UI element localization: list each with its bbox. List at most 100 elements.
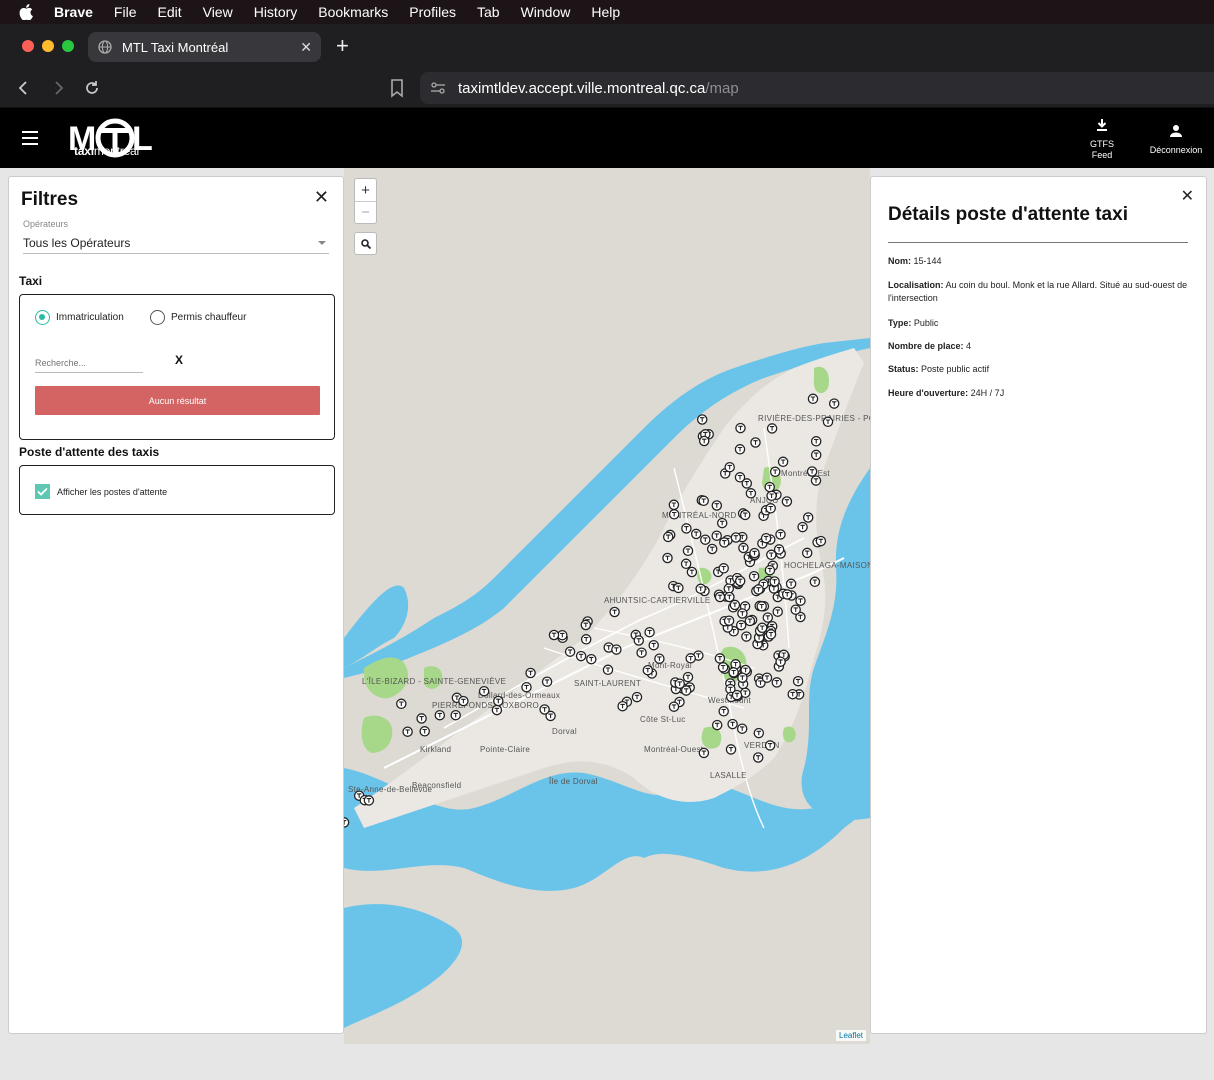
radio-permis-chauffeur[interactable]: Permis chauffeur bbox=[150, 310, 246, 325]
site-settings-icon[interactable] bbox=[430, 80, 446, 96]
taxi-stand-marker-icon[interactable] bbox=[719, 537, 730, 548]
taxi-stand-marker-icon[interactable] bbox=[765, 503, 776, 514]
taxi-stand-marker-icon[interactable] bbox=[738, 542, 749, 554]
taxi-stand-marker-icon[interactable] bbox=[724, 461, 735, 473]
back-icon[interactable] bbox=[12, 76, 36, 100]
taxi-stand-marker-icon[interactable] bbox=[711, 530, 722, 541]
taxi-stand-marker-icon[interactable] bbox=[771, 677, 783, 688]
taxi-stand-marker-icon[interactable] bbox=[797, 521, 808, 533]
taxi-stand-marker-icon[interactable] bbox=[580, 619, 592, 631]
menu-tab[interactable]: Tab bbox=[477, 4, 500, 20]
taxi-stand-marker-icon[interactable] bbox=[735, 619, 747, 631]
taxi-stand-marker-icon[interactable] bbox=[685, 653, 696, 664]
taxi-stand-marker-icon[interactable] bbox=[795, 595, 806, 606]
menu-history[interactable]: History bbox=[254, 4, 298, 20]
zoom-window-button[interactable] bbox=[62, 40, 74, 52]
taxi-stand-marker-icon[interactable] bbox=[682, 545, 694, 557]
zoom-out-button[interactable]: − bbox=[355, 201, 376, 223]
taxi-stand-marker-icon[interactable] bbox=[402, 726, 413, 737]
taxi-stand-marker-icon[interactable] bbox=[762, 612, 774, 623]
taxi-stand-marker-icon[interactable] bbox=[775, 529, 786, 540]
taxi-stand-marker-icon[interactable] bbox=[668, 701, 680, 712]
taxi-stand-marker-icon[interactable] bbox=[766, 490, 777, 502]
taxi-stand-marker-icon[interactable] bbox=[764, 481, 775, 493]
taxi-stand-marker-icon[interactable] bbox=[775, 656, 786, 667]
taxi-stand-marker-icon[interactable] bbox=[772, 606, 783, 617]
taxi-stand-marker-icon[interactable] bbox=[785, 578, 797, 590]
taxi-stand-marker-icon[interactable] bbox=[363, 795, 375, 806]
taxi-stand-marker-icon[interactable] bbox=[541, 676, 553, 687]
taxi-stand-marker-icon[interactable] bbox=[682, 671, 694, 683]
apple-icon[interactable] bbox=[18, 4, 34, 20]
taxi-stand-marker-icon[interactable] bbox=[668, 509, 680, 520]
taxi-stand-marker-icon[interactable] bbox=[810, 475, 822, 486]
taxi-stand-marker-icon[interactable] bbox=[686, 566, 698, 578]
taxi-stand-marker-icon[interactable] bbox=[711, 500, 723, 511]
taxi-stand-marker-icon[interactable] bbox=[761, 672, 773, 683]
taxi-stand-marker-icon[interactable] bbox=[753, 727, 765, 739]
show-stands-checkbox[interactable]: Afficher les postes d'attente bbox=[35, 484, 167, 499]
taxi-stand-marker-icon[interactable] bbox=[416, 713, 427, 724]
taxi-stand-marker-icon[interactable] bbox=[735, 422, 746, 434]
taxi-stand-marker-icon[interactable] bbox=[737, 672, 748, 683]
taxi-stand-marker-icon[interactable] bbox=[734, 444, 746, 455]
zoom-in-button[interactable]: + bbox=[355, 179, 376, 201]
map-search-button[interactable] bbox=[354, 232, 377, 255]
taxi-stand-marker-icon[interactable] bbox=[749, 547, 760, 559]
taxi-search-input[interactable] bbox=[35, 353, 143, 373]
taxi-stand-marker-icon[interactable] bbox=[736, 723, 748, 734]
taxi-stand-marker-icon[interactable] bbox=[714, 653, 726, 664]
taxi-stand-marker-icon[interactable] bbox=[777, 456, 789, 468]
taxi-stand-marker-icon[interactable] bbox=[764, 740, 776, 751]
taxi-stand-marker-icon[interactable] bbox=[716, 517, 728, 529]
menu-window[interactable]: Window bbox=[521, 4, 571, 20]
taxi-stand-marker-icon[interactable] bbox=[611, 644, 622, 655]
taxi-stand-marker-icon[interactable] bbox=[668, 499, 680, 511]
taxi-stand-marker-icon[interactable] bbox=[718, 706, 729, 717]
menu-view[interactable]: View bbox=[203, 4, 233, 20]
taxi-stand-marker-icon[interactable] bbox=[756, 601, 767, 612]
taxi-stand-marker-icon[interactable] bbox=[741, 631, 752, 642]
taxi-stand-marker-icon[interactable] bbox=[756, 622, 768, 634]
taxi-stand-marker-icon[interactable] bbox=[548, 629, 560, 641]
taxi-stand-marker-icon[interactable] bbox=[728, 667, 739, 678]
no-result-button[interactable]: Aucun résultat bbox=[35, 386, 320, 415]
taxi-stand-marker-icon[interactable] bbox=[674, 678, 685, 689]
bookmark-icon[interactable] bbox=[388, 78, 406, 98]
hamburger-menu-icon[interactable] bbox=[22, 131, 38, 145]
logout-button[interactable]: Déconnexion bbox=[1145, 124, 1207, 156]
taxi-stand-marker-icon[interactable] bbox=[806, 466, 818, 477]
menu-app-brave[interactable]: Brave bbox=[54, 4, 93, 20]
taxi-stand-marker-icon[interactable] bbox=[718, 563, 729, 574]
taxi-stand-marker-icon[interactable] bbox=[781, 496, 793, 507]
taxi-stand-marker-icon[interactable] bbox=[765, 629, 777, 640]
taxi-stand-marker-icon[interactable] bbox=[807, 393, 819, 405]
taxi-stand-marker-icon[interactable] bbox=[810, 449, 822, 461]
taxi-stand-marker-icon[interactable] bbox=[419, 726, 430, 737]
close-tab-icon[interactable]: ✕ bbox=[300, 39, 312, 56]
taxi-stand-marker-icon[interactable] bbox=[700, 534, 711, 545]
radio-immatriculation[interactable]: Immatriculation bbox=[35, 310, 124, 325]
taxi-stand-marker-icon[interactable] bbox=[828, 398, 840, 409]
taxi-stand-marker-icon[interactable] bbox=[690, 528, 702, 540]
close-filters-icon[interactable]: ✕ bbox=[314, 187, 329, 208]
taxi-stand-marker-icon[interactable] bbox=[698, 435, 710, 447]
taxi-stand-marker-icon[interactable] bbox=[815, 535, 827, 547]
taxi-stand-marker-icon[interactable] bbox=[344, 817, 350, 828]
taxi-stand-marker-icon[interactable] bbox=[725, 744, 737, 755]
taxi-stand-marker-icon[interactable] bbox=[810, 436, 822, 447]
taxi-stand-marker-icon[interactable] bbox=[662, 552, 673, 564]
taxi-stand-marker-icon[interactable] bbox=[458, 695, 469, 707]
taxi-stand-marker-icon[interactable] bbox=[698, 747, 710, 759]
operator-select[interactable]: Tous les Opérateurs bbox=[23, 232, 329, 254]
forward-icon[interactable] bbox=[46, 76, 70, 100]
taxi-stand-marker-icon[interactable] bbox=[769, 576, 780, 587]
taxi-stand-marker-icon[interactable] bbox=[478, 685, 490, 697]
taxi-stand-marker-icon[interactable] bbox=[764, 564, 776, 576]
leaflet-attribution-link[interactable]: Leaflet bbox=[836, 1030, 867, 1041]
taxi-stand-marker-icon[interactable] bbox=[617, 700, 628, 712]
menu-help[interactable]: Help bbox=[591, 4, 620, 20]
menu-edit[interactable]: Edit bbox=[157, 4, 181, 20]
taxi-stand-marker-icon[interactable] bbox=[734, 472, 746, 483]
taxi-stand-marker-icon[interactable] bbox=[695, 583, 706, 595]
